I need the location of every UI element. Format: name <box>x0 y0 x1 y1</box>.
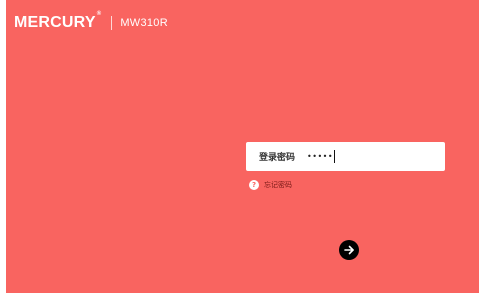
text-caret <box>334 150 336 163</box>
brand-logo: MERCURY® <box>14 11 102 32</box>
question-circle-icon: ? <box>249 180 259 190</box>
login-submit-button[interactable] <box>339 240 359 260</box>
password-label: 登录密码 <box>259 153 296 163</box>
brand-name: MERCURY <box>14 14 96 31</box>
password-input[interactable]: ••••• <box>307 150 336 164</box>
arrow-right-icon <box>344 245 354 255</box>
registered-mark: ® <box>96 11 102 17</box>
header: MERCURY® MW310R <box>14 11 168 32</box>
password-value: ••••• <box>307 151 334 161</box>
forgot-password-text: 忘记密码 <box>264 181 292 189</box>
login-box[interactable]: 登录密码 ••••• <box>246 142 445 171</box>
forgot-password-link[interactable]: ? 忘记密码 <box>249 180 292 190</box>
model-name: MW310R <box>120 17 168 29</box>
login-page: MERCURY® MW310R 登录密码 ••••• ? 忘记密码 <box>6 0 479 293</box>
header-divider <box>111 16 113 30</box>
